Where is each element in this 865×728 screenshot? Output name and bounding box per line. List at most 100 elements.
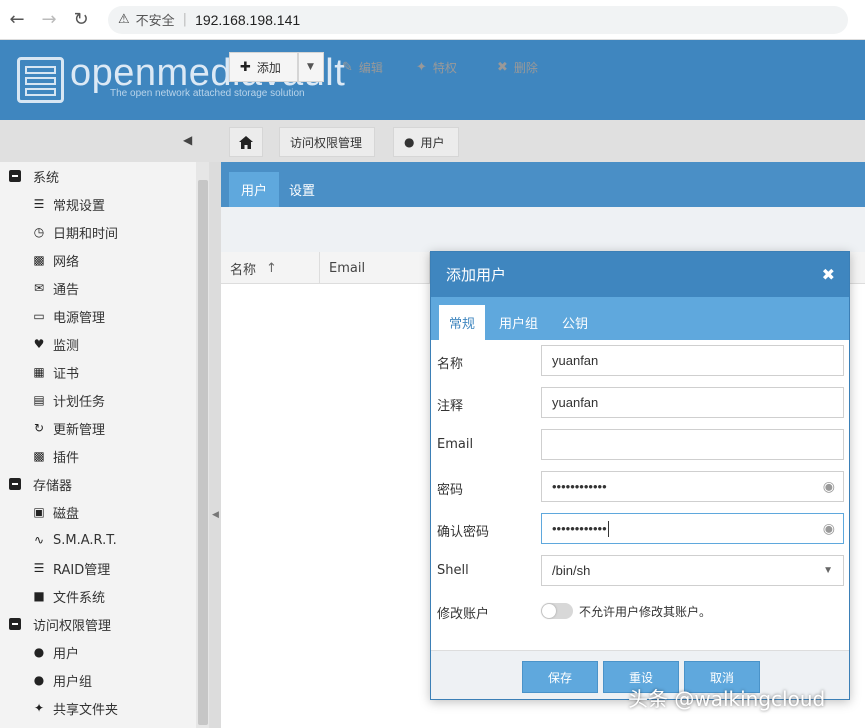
reload-icon[interactable]: ↻ (66, 5, 96, 35)
add-button[interactable]: ✚ 添加 (229, 52, 298, 82)
confirm-password-field[interactable]: •••••••••••• ◉ (541, 513, 844, 544)
sidebar-item-label: 用户组 (53, 674, 93, 690)
pencil-icon: ✎ (342, 59, 353, 75)
breadcrumb-users-label: 用户 (420, 135, 445, 150)
logo-subtitle: The open network attached storage soluti… (110, 88, 305, 99)
sidebar-item-label: 磁盘 (53, 506, 80, 522)
network-icon: ▩ (33, 253, 45, 267)
delete-button-label: 删除 (513, 60, 538, 75)
sidebar-item-label: 计划任务 (53, 394, 106, 410)
tab-public-keys[interactable]: 公钥 (552, 305, 598, 340)
column-email[interactable]: Email (320, 252, 430, 284)
close-icon: ✖ (497, 59, 508, 75)
sidebar-group-system[interactable]: 系统 (0, 162, 209, 190)
sidebar-item-power[interactable]: ▭ 电源管理 (0, 302, 209, 330)
sidebar-item-raid[interactable]: ☰ RAID管理 (0, 554, 209, 582)
puzzle-icon: ▩ (33, 449, 45, 463)
modify-account-toggle[interactable] (541, 603, 573, 619)
main-tabbar: 用户 设置 (221, 162, 865, 207)
sidebar-item-smart[interactable]: ∿ S.M.A.R.T. (0, 526, 209, 554)
column-name-label: 名称 (230, 262, 257, 278)
privileges-button[interactable]: ✦ 特权 (406, 52, 467, 82)
watermark-text: 头条 @walkingcloud (628, 687, 826, 711)
certificate-icon: ▦ (33, 365, 45, 379)
password-field[interactable]: •••••••••••• ◉ (541, 471, 844, 502)
delete-button[interactable]: ✖ 删除 (487, 52, 548, 82)
chevron-down-icon: ▼ (307, 62, 314, 72)
sidebar: 系统 ☰ 常规设置 ◷ 日期和时间 ▩ 网络 ✉ 通告 ▭ 电源管理 ♥ 监测 ▦ 证书 ▤ 计… (0, 162, 210, 728)
splitter-arrow-icon[interactable]: ◀ (212, 510, 219, 520)
forward-arrow-icon[interactable]: → (34, 5, 64, 35)
password-label: 密码 (437, 483, 464, 498)
sidebar-item-general-settings[interactable]: ☰ 常规设置 (0, 190, 209, 218)
shell-value: /bin/sh (552, 563, 591, 578)
collapse-icon (9, 618, 21, 630)
sidebar-item-label: 证书 (53, 366, 80, 382)
sidebar-item-filesystems[interactable]: ■ 文件系统 (0, 582, 209, 610)
modify-account-label: 修改账户 (437, 607, 490, 622)
user-icon: ● (33, 645, 45, 659)
database-icon: ☰ (33, 561, 45, 575)
address-bar[interactable]: ⚠ 不安全 | 192.168.198.141 (108, 5, 848, 34)
eye-icon[interactable]: ◉ (823, 478, 835, 495)
sidebar-item-plugins[interactable]: ▩ 插件 (0, 442, 209, 470)
sidebar-item-label: RAID管理 (53, 562, 111, 578)
sidebar-item-date-time[interactable]: ◷ 日期和时间 (0, 218, 209, 246)
sidebar-group-label: 访问权限管理 (33, 618, 112, 634)
sidebar-group-access-rights[interactable]: 访问权限管理 (0, 610, 209, 638)
sidebar-group-storage[interactable]: 存储器 (0, 470, 209, 498)
browser-toolbar: ← → ↻ ⚠ 不安全 | 192.168.198.141 (0, 0, 865, 40)
sidebar-item-label: 电源管理 (53, 310, 106, 326)
confirm-password-value: •••••••••••• (552, 521, 607, 536)
main-toolbar (221, 207, 865, 252)
sliders-icon: ☰ (33, 197, 45, 211)
add-dropdown-button[interactable]: ▼ (298, 52, 324, 82)
sort-asc-icon: ↑ (266, 260, 277, 276)
tab-settings[interactable]: 设置 (277, 172, 327, 207)
comment-field[interactable]: yuanfan (541, 387, 844, 418)
sidebar-item-disks[interactable]: ▣ 磁盘 (0, 498, 209, 526)
column-name[interactable]: 名称 ↑ (221, 252, 320, 284)
close-icon[interactable]: ✖ (822, 265, 835, 284)
edit-button[interactable]: ✎ 编辑 (332, 52, 393, 82)
email-field[interactable] (541, 429, 844, 460)
modify-account-toggle-text: 不允许用户修改其账户。 (579, 605, 712, 619)
sidebar-item-network[interactable]: ▩ 网络 (0, 246, 209, 274)
tab-groups[interactable]: 用户组 (489, 305, 548, 340)
plus-icon: ✚ (240, 59, 251, 75)
sidebar-group-label: 系统 (33, 170, 60, 186)
dialog-title-text: 添加用户 (446, 266, 507, 284)
sidebar-item-label: 日期和时间 (53, 226, 119, 242)
sidebar-item-certificates[interactable]: ▦ 证书 (0, 358, 209, 386)
sidebar-group-label: 存储器 (33, 478, 73, 494)
warning-icon: ⚠ (118, 12, 130, 27)
tab-users[interactable]: 用户 (229, 172, 280, 207)
password-value: •••••••••••• (552, 479, 607, 494)
sidebar-item-label: 插件 (53, 450, 80, 466)
collapse-sidebar-icon[interactable]: ◀ (183, 133, 192, 147)
sidebar-item-shared-folders[interactable]: ✦ 共享文件夹 (0, 694, 209, 722)
clock-icon: ◷ (33, 225, 45, 239)
panel-splitter[interactable] (210, 162, 221, 728)
disk-icon: ▣ (33, 505, 45, 519)
shell-select[interactable]: /bin/sh ▼ (541, 555, 844, 586)
tab-general[interactable]: 常规 (439, 305, 486, 340)
back-arrow-icon[interactable]: ← (2, 5, 32, 35)
breadcrumb-users[interactable]: ● 用户 (393, 127, 459, 157)
save-button[interactable]: 保存 (522, 661, 598, 693)
sidebar-item-update-management[interactable]: ↻ 更新管理 (0, 414, 209, 442)
sidebar-item-groups[interactable]: ● 用户组 (0, 666, 209, 694)
scrollbar-thumb[interactable] (198, 180, 208, 725)
omv-logo-icon (17, 57, 64, 103)
sidebar-item-monitoring[interactable]: ♥ 监测 (0, 330, 209, 358)
sidebar-item-notification[interactable]: ✉ 通告 (0, 274, 209, 302)
folder-icon: ■ (33, 589, 45, 603)
sidebar-item-scheduled-jobs[interactable]: ▤ 计划任务 (0, 386, 209, 414)
eye-icon[interactable]: ◉ (823, 520, 835, 537)
sidebar-scrollbar[interactable] (196, 162, 209, 728)
name-field[interactable]: yuanfan (541, 345, 844, 376)
breadcrumb-home[interactable] (229, 127, 263, 157)
add-button-label: 添加 (256, 60, 281, 75)
breadcrumb-access-rights[interactable]: 访问权限管理 (279, 127, 375, 157)
sidebar-item-users[interactable]: ● 用户 (0, 638, 209, 666)
